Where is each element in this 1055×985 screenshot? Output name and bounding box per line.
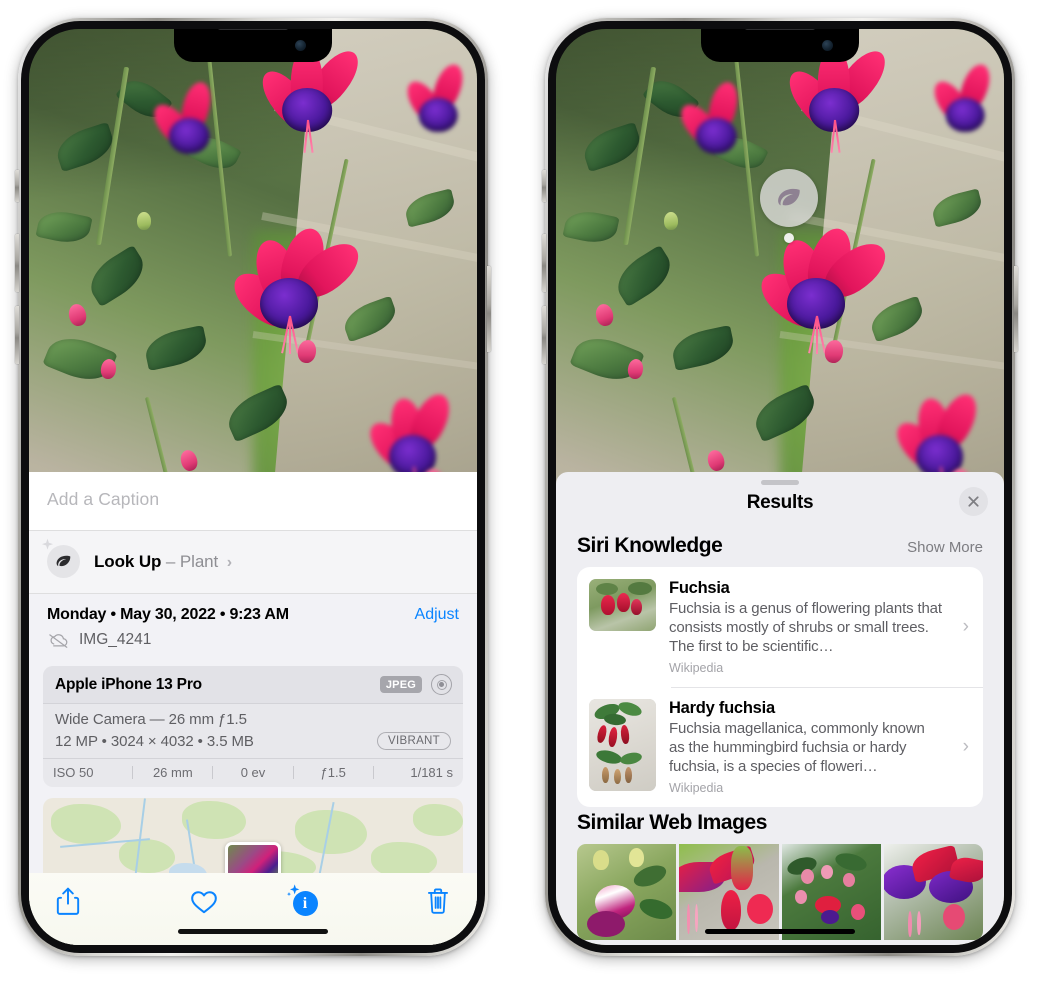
power-button[interactable] xyxy=(1014,266,1018,352)
camera-info-card[interactable]: Apple iPhone 13 Pro JPEG Wide Camera — 2… xyxy=(43,666,463,787)
chevron-right-icon: › xyxy=(962,736,969,758)
similar-image-thumb[interactable] xyxy=(679,844,779,941)
look-up-row[interactable]: Look Up – Plant › xyxy=(29,531,477,594)
info-button[interactable]: i xyxy=(253,884,352,916)
knowledge-row[interactable]: Hardy fuchsia Fuchsia magellanica, commo… xyxy=(577,687,983,807)
photo-dimensions: 12 MP • 3024 × 4032 • 3.5 MB xyxy=(55,732,254,750)
result-description: Fuchsia magellanica, commonly known as t… xyxy=(669,720,925,776)
mute-switch[interactable] xyxy=(542,170,546,202)
volume-up-button[interactable] xyxy=(15,234,19,292)
result-title: Hardy fuchsia xyxy=(669,699,775,718)
right-notch xyxy=(701,29,859,62)
volume-down-button[interactable] xyxy=(15,306,19,364)
sparkle-icon xyxy=(41,538,54,550)
similar-image-thumb[interactable] xyxy=(883,844,983,941)
knowledge-row[interactable]: Fuchsia Fuchsia is a genus of flowering … xyxy=(577,567,983,687)
similar-image-thumb[interactable] xyxy=(577,844,677,941)
left-notch xyxy=(174,29,332,62)
result-thumbnail xyxy=(589,699,656,792)
camera-device-name: Apple iPhone 13 Pro xyxy=(55,675,202,693)
exif-shutter: 1/181 s xyxy=(410,765,454,780)
photo-date: Monday • May 30, 2022 • 9:23 AM xyxy=(47,606,289,623)
chevron-right-icon: › xyxy=(226,553,233,571)
earpiece-speaker xyxy=(744,29,816,30)
exif-ev: 0 ev xyxy=(240,765,266,780)
leaf-icon xyxy=(778,188,800,206)
adjust-button[interactable]: Adjust xyxy=(415,606,459,624)
front-camera xyxy=(295,40,306,51)
exif-focal: 26 mm xyxy=(152,765,193,780)
right-phone-screen: Results Siri Knowledge Show More Fuchsia… xyxy=(556,29,1004,945)
results-title: Results xyxy=(746,492,814,513)
look-up-title: Look Up xyxy=(94,551,162,571)
close-icon xyxy=(968,496,979,507)
share-icon xyxy=(56,887,80,915)
chevron-right-icon: › xyxy=(962,616,969,638)
home-indicator[interactable] xyxy=(178,929,328,934)
mute-switch[interactable] xyxy=(15,170,19,202)
power-button[interactable] xyxy=(487,266,491,352)
exif-aperture: ƒ1.5 xyxy=(320,765,346,780)
leaf-icon xyxy=(41,538,80,578)
show-more-button[interactable]: Show More xyxy=(907,539,983,556)
exif-iso: ISO 50 xyxy=(53,765,94,780)
left-phone-screen: Add a Caption Look Up – Plant › Monday •… xyxy=(29,29,477,945)
siri-knowledge-card: Fuchsia Fuchsia is a genus of flowering … xyxy=(577,567,983,808)
cloud-slash-icon xyxy=(49,633,68,648)
caption-placeholder: Add a Caption xyxy=(47,489,160,509)
raw-target-icon xyxy=(431,674,452,695)
similar-web-images-section: Similar Web Images xyxy=(556,807,1004,941)
right-iphone: Results Siri Knowledge Show More Fuchsia… xyxy=(542,18,1018,956)
photo-metadata: Monday • May 30, 2022 • 9:23 AM Adjust I… xyxy=(29,594,477,659)
visual-lookup-leaf-badge[interactable] xyxy=(760,169,818,243)
home-indicator[interactable] xyxy=(705,929,855,934)
photographic-style-badge: VIBRANT xyxy=(377,732,451,750)
photo-filename: IMG_4241 xyxy=(79,631,152,648)
look-up-subject: Plant xyxy=(179,551,219,571)
result-title: Fuchsia xyxy=(669,579,730,597)
trash-icon xyxy=(427,888,449,914)
look-up-dash: – xyxy=(165,551,176,571)
look-up-label: Look Up – Plant › xyxy=(94,552,232,572)
caption-field[interactable]: Add a Caption xyxy=(29,472,477,531)
heart-icon xyxy=(190,890,217,913)
left-iphone: Add a Caption Look Up – Plant › Monday •… xyxy=(15,18,491,956)
exif-row: ISO 50 26 mm 0 ev ƒ1.5 1/181 s xyxy=(43,758,463,787)
delete-button[interactable] xyxy=(352,886,451,916)
info-letter: i xyxy=(292,891,318,916)
close-button[interactable] xyxy=(959,487,988,516)
results-sheet: Results Siri Knowledge Show More Fuchsia… xyxy=(556,472,1004,945)
camera-lens-info: Wide Camera — 26 mm ƒ1.5 xyxy=(55,711,247,728)
photo-info-sheet: Add a Caption Look Up – Plant › Monday •… xyxy=(29,472,477,945)
result-description: Fuchsia is a genus of flowering plants t… xyxy=(669,600,942,656)
result-source: Wikipedia xyxy=(669,661,724,676)
share-button[interactable] xyxy=(55,886,154,916)
screenshot-stage: Add a Caption Look Up – Plant › Monday •… xyxy=(0,0,1055,985)
lookup-anchor-dot xyxy=(784,233,794,243)
similar-web-images-heading: Similar Web Images xyxy=(577,811,767,835)
siri-knowledge-header: Siri Knowledge Show More xyxy=(556,526,1004,567)
format-badge: JPEG xyxy=(379,676,422,693)
similar-images-grid[interactable] xyxy=(577,844,983,941)
favorite-button[interactable] xyxy=(154,888,253,915)
volume-down-button[interactable] xyxy=(542,306,546,364)
result-thumbnail xyxy=(589,579,656,631)
siri-knowledge-heading: Siri Knowledge xyxy=(577,534,723,557)
photos-toolbar: i xyxy=(29,873,477,945)
front-camera xyxy=(822,40,833,51)
earpiece-speaker xyxy=(217,29,289,30)
result-source: Wikipedia xyxy=(669,781,724,796)
info-sparkle-icon: i xyxy=(286,884,318,916)
similar-image-thumb[interactable] xyxy=(781,844,881,941)
volume-up-button[interactable] xyxy=(542,234,546,292)
